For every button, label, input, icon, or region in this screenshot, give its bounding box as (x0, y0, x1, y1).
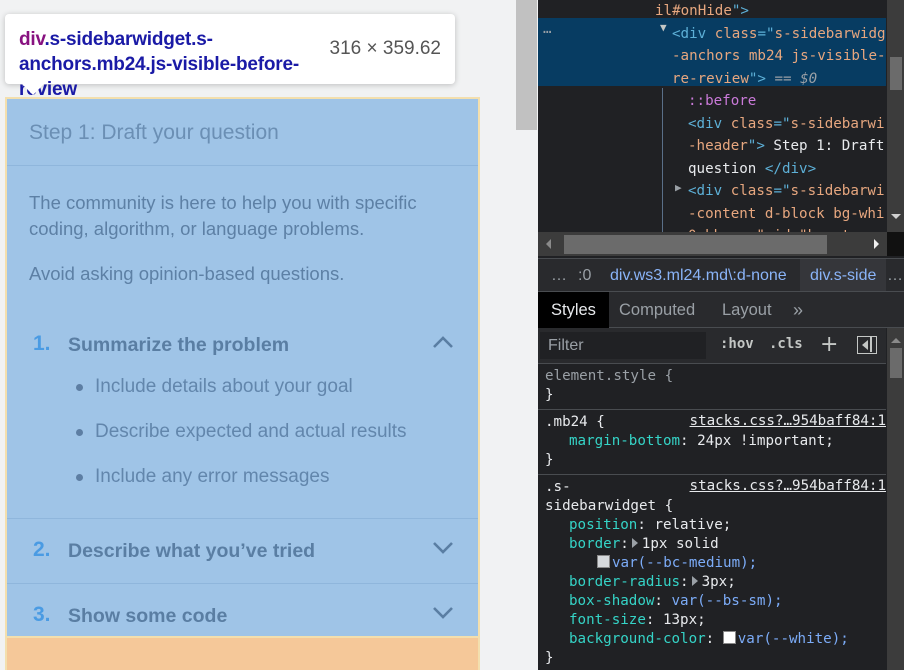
breadcrumb-more-right[interactable]: … (887, 259, 903, 291)
step-title: Show some code (68, 605, 228, 627)
page-scrollbar[interactable] (516, 0, 538, 670)
scrollbar-thumb[interactable] (516, 0, 537, 130)
chevron-down-icon[interactable] (432, 541, 454, 557)
scroll-down-icon[interactable] (891, 214, 901, 219)
inspect-tooltip: div.s-sidebarwidget.s-anchors.mb24.js-vi… (5, 14, 455, 100)
chevron-down-icon[interactable] (432, 606, 454, 622)
style-property[interactable]: background-color: var(--white); (545, 630, 886, 649)
list-item: Include details about your goal (7, 373, 478, 418)
tooltip-selector: div.s-sidebarwidget.s-anchors.mb24.js-vi… (19, 27, 324, 102)
scroll-up-icon[interactable] (891, 338, 901, 343)
step-items: Include details about your goal Describe… (7, 373, 478, 518)
styles-scrollbar[interactable] (887, 328, 904, 670)
elements-tree[interactable]: … ▼ ▶ il#onHide"> <div class="s-sidebarwi… (538, 0, 886, 232)
rule-close: } (545, 387, 554, 403)
step-title: Describe what you’ve tried (68, 540, 316, 562)
tooltip-tag: div (19, 29, 45, 50)
breadcrumb-more-left[interactable]: … (551, 259, 567, 291)
step-tried: 2. Describe what you’ve tried (7, 519, 478, 584)
rule-selector[interactable]: element.style { (545, 367, 886, 386)
rule-selector-cont[interactable]: sidebarwidget { (545, 497, 886, 516)
hov-button[interactable]: :hov (720, 336, 754, 352)
dom-node-line[interactable]: ::before (538, 90, 886, 112)
intro-paragraph: Avoid asking opinion-based questions. (29, 263, 345, 284)
tree-vertical-scrollbar[interactable] (887, 0, 904, 232)
scrollbar-thumb[interactable] (890, 57, 902, 90)
step-summarize: 1. Summarize the problem Include details… (7, 313, 478, 519)
tree-horizontal-scrollbar[interactable] (538, 232, 887, 256)
dom-node-line[interactable]: <div class="s-sidebarwi (538, 113, 886, 135)
rule-source-link[interactable]: stacks.css?…954baff84:1 (690, 413, 886, 429)
step-number: 2. (33, 538, 51, 561)
filter-input[interactable] (540, 332, 706, 359)
page-viewport: div.s-sidebarwidget.s-anchors.mb24.js-vi… (0, 0, 516, 670)
tooltip-dimensions: 316 × 359.62 (329, 38, 441, 59)
rule-close: } (545, 452, 554, 468)
tooltip-classes: .s-sidebarwidget.s-anchors.mb24.js-visib… (19, 29, 299, 100)
expand-triangle-icon[interactable] (691, 576, 698, 586)
rule-close: } (545, 650, 554, 666)
devtools-panel: … ▼ ▶ il#onHide"> <div class="s-sidebarwi… (538, 0, 904, 670)
step-toggle[interactable]: 2. Describe what you’ve tried (7, 519, 478, 583)
breadcrumb-item-active[interactable]: div.s-side (800, 259, 887, 291)
scroll-corner (887, 232, 904, 256)
style-property[interactable]: box-shadow: var(--bs-sm); (545, 592, 886, 611)
step-toggle[interactable]: 1. Summarize the problem (7, 313, 478, 377)
dom-node-line[interactable]: <div class="s-sidebarwidg (538, 23, 886, 45)
scrollbar-thumb[interactable] (564, 235, 827, 254)
style-property[interactable]: border: 1px solid (545, 535, 886, 554)
styles-pane: element.style { } .mb24 { stacks.css?…95… (538, 364, 886, 670)
dom-node-line[interactable]: -anchors mb24 js-visible- (538, 45, 886, 67)
scroll-left-icon[interactable] (546, 239, 551, 249)
sidebar-widget[interactable]: Step 1: Draft your question The communit… (5, 97, 480, 637)
style-rule-sidebarwidget: .s- stacks.css?…954baff84:1 sidebarwidge… (538, 475, 886, 670)
dom-node-line[interactable]: -header"> Step 1: Draft (538, 135, 886, 157)
step-number: 3. (33, 603, 51, 626)
style-property[interactable]: font-size: 13px; (545, 611, 886, 630)
breadcrumb: … ⁠:0 div.ws3.ml24.md\:d-none div.s-side… (538, 258, 904, 291)
color-swatch[interactable] (597, 555, 610, 568)
bullet-icon (76, 429, 83, 436)
color-swatch[interactable] (722, 631, 736, 644)
chevron-up-icon[interactable] (432, 335, 454, 351)
margin-highlight (5, 636, 480, 670)
dom-node-line[interactable]: 0 bbr-sm" id="how-to-as (538, 225, 886, 232)
tabs-overflow-icon[interactable]: » (793, 292, 803, 328)
new-style-rule-button[interactable]: + (820, 332, 838, 357)
scroll-right-icon[interactable] (874, 239, 879, 249)
toggle-sidebar-icon[interactable] (857, 336, 877, 354)
dom-node-line[interactable]: -content d-block bg-whi (538, 203, 886, 225)
dom-node-line[interactable]: re-review"> == $0 (538, 68, 886, 90)
step-title: Summarize the problem (68, 334, 290, 356)
breadcrumb-item[interactable]: div.ws3.ml24.md\:d-none (610, 259, 787, 291)
expand-triangle-icon[interactable] (631, 538, 638, 548)
dom-node-line[interactable]: il#onHide"> (538, 0, 886, 22)
bullet-icon (76, 384, 83, 391)
rule-source-link[interactable]: stacks.css?…954baff84:1 (690, 478, 886, 494)
tab-layout[interactable]: Layout (722, 292, 772, 328)
style-property[interactable]: position: relative; (545, 516, 886, 535)
styles-toolbar: :hov .cls + (538, 328, 886, 364)
tooltip-arrow (22, 84, 44, 95)
step-number: 1. (33, 332, 51, 355)
list-item: Include any error messages (7, 463, 478, 508)
style-property[interactable]: border-radius: 3px; (545, 573, 886, 592)
list-item: Describe expected and actual results (7, 418, 478, 463)
widget-header: Step 1: Draft your question (7, 99, 478, 166)
dom-node-line[interactable]: question </div> (538, 158, 886, 180)
cls-button[interactable]: .cls (769, 336, 803, 352)
bullet-icon (76, 474, 83, 481)
style-property-cont[interactable]: var(--bc-medium); (545, 554, 886, 573)
style-rule-element: element.style { } (538, 364, 886, 410)
scrollbar-thumb[interactable] (890, 348, 902, 378)
tab-computed[interactable]: Computed (619, 292, 695, 328)
dom-node-line[interactable]: <div class="s-sidebarwi (538, 180, 886, 202)
intro-paragraph: The community is here to help you with s… (29, 192, 417, 239)
sidebar-tabs: Styles Computed Layout » (538, 291, 904, 328)
style-rule-mb24: .mb24 { stacks.css?…954baff84:1 margin-b… (538, 410, 886, 475)
widget-intro: The community is here to help you with s… (7, 166, 478, 287)
style-property[interactable]: margin-bottom: 24px !important; (545, 432, 886, 451)
breadcrumb-partial[interactable]: ⁠:0 (578, 259, 591, 291)
tab-styles[interactable]: Styles (538, 292, 609, 328)
